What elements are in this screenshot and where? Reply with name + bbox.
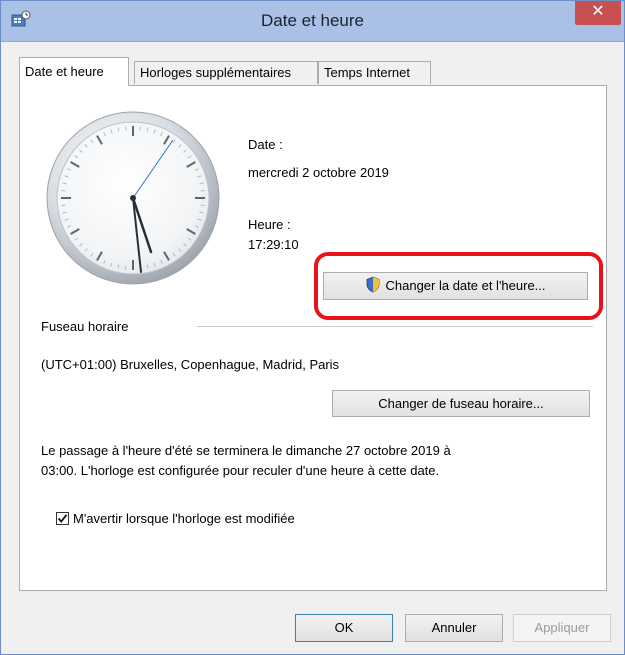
analog-clock (46, 111, 220, 285)
date-value: mercredi 2 octobre 2019 (248, 165, 389, 180)
ok-button[interactable]: OK (295, 614, 393, 642)
apply-button[interactable]: Appliquer (513, 614, 611, 642)
time-label: Heure : (248, 217, 291, 232)
date-label: Date : (248, 137, 283, 152)
notify-checkbox-label: M'avertir lorsque l'horloge est modifiée (73, 511, 295, 526)
tab-label: Horloges supplémentaires (140, 65, 292, 80)
apply-label: Appliquer (534, 620, 590, 635)
close-icon: ✕ (591, 3, 605, 20)
change-timezone-button[interactable]: Changer de fuseau horaire... (332, 390, 590, 417)
window-title: Date et heure (260, 11, 364, 30)
close-button[interactable]: ✕ (575, 1, 621, 25)
highlight-annotation (314, 252, 603, 320)
tab-horloges-supplementaires[interactable]: Horloges supplémentaires (134, 61, 318, 84)
date-time-dialog: Date et heure ✕ Date et heure Horloges s… (0, 0, 625, 655)
tab-label: Temps Internet (324, 65, 410, 80)
notify-checkbox[interactable] (56, 512, 69, 525)
title-bar: Date et heure ✕ (1, 1, 624, 42)
dst-notice-line2: 03:00. L'horloge est configurée pour rec… (41, 463, 440, 478)
ok-label: OK (334, 620, 354, 635)
cancel-button[interactable]: Annuler (405, 614, 503, 642)
checkmark-icon (57, 514, 68, 523)
time-value: 17:29:10 (248, 237, 299, 252)
dst-notice-line1: Le passage à l'heure d'été se terminera … (41, 443, 451, 458)
tab-date-et-heure[interactable]: Date et heure (19, 57, 129, 86)
timezone-value: (UTC+01:00) Bruxelles, Copenhague, Madri… (41, 357, 340, 372)
cancel-label: Annuler (431, 620, 477, 635)
timezone-separator (197, 326, 593, 327)
change-timezone-label: Changer de fuseau horaire... (378, 396, 544, 411)
tab-temps-internet[interactable]: Temps Internet (318, 61, 431, 84)
tab-label: Date et heure (25, 64, 104, 79)
timezone-section-label: Fuseau horaire (41, 319, 129, 334)
